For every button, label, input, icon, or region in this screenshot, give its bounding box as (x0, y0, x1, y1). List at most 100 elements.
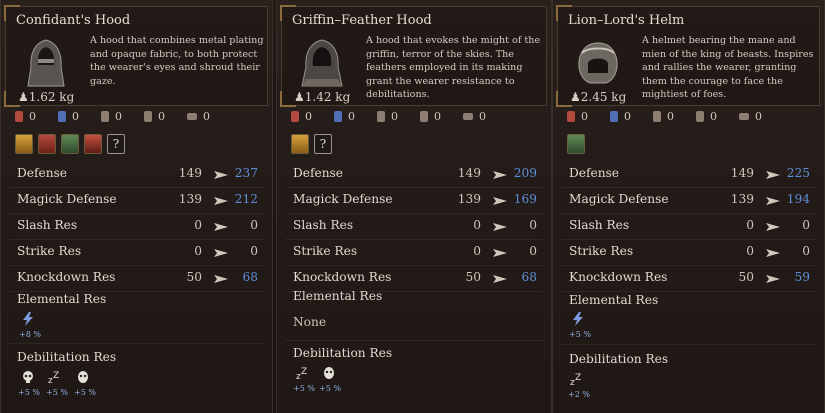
helm-portrait-icon (578, 42, 618, 84)
chest-ward-icon (739, 113, 749, 120)
stat-row-defense: Defense 149 209 (285, 162, 543, 188)
arrow-right-icon (766, 249, 780, 257)
gold-vocation-badge-icon[interactable] (291, 134, 309, 154)
unknown-badge-icon[interactable]: ? (314, 134, 332, 154)
lightning-icon (23, 312, 33, 326)
skill-badges: ? (15, 134, 125, 154)
chest-ward-icon (463, 113, 473, 120)
item-header: Griffin–Feather Hood ♟1.42 kg A hood tha… (280, 5, 547, 107)
sleep-icon: zZ (570, 373, 581, 386)
item-description: A hood that combines metal plating and o… (90, 35, 264, 87)
sleep-icon: zZ (296, 367, 307, 380)
claw-ward-icon (653, 111, 661, 122)
arrow-right-icon (493, 249, 507, 257)
hood-portrait-icon (301, 39, 343, 87)
weight-icon: ♟ (570, 90, 581, 104)
debilitation-value: +5 % (46, 388, 68, 397)
stat-row-slash-res: Slash Res 0 0 (9, 214, 264, 240)
stat-row-slash-res: Slash Res 0 0 (285, 214, 543, 240)
divider (561, 344, 816, 345)
green-vocation-badge-icon[interactable] (61, 134, 79, 154)
red-ward-icon (291, 111, 299, 122)
arrow-right-icon (766, 197, 780, 205)
debilitation-res-heading: Debilitation Res (17, 350, 117, 364)
red-vocation-badge-icon[interactable] (38, 134, 56, 154)
fist-ward-icon (696, 111, 704, 122)
weight-label: ♟1.62 kg (18, 90, 75, 104)
stat-row-strike-res: Strike Res 0 0 (9, 240, 264, 266)
stat-row-defense: Defense 149 225 (561, 162, 816, 188)
stat-row-defense: Defense 149 237 (9, 162, 264, 188)
weight-icon: ♟ (18, 90, 29, 104)
arrow-right-icon (214, 171, 228, 179)
elemental-res-value: +5 % (569, 330, 591, 339)
skill-badges: ? (291, 134, 332, 154)
weight-label: ♟1.42 kg (294, 90, 351, 104)
mask-icon (324, 367, 334, 379)
claw-ward-icon (377, 111, 385, 122)
fist-ward-icon (144, 111, 152, 122)
svg-text:Z: Z (301, 367, 307, 377)
arrow-right-icon (766, 275, 780, 283)
arrow-right-icon (493, 275, 507, 283)
arrow-right-icon (214, 249, 228, 257)
item-header: Lion–Lord's Helm ♟2.45 kg A helmet beari… (556, 5, 820, 107)
green-vocation-badge-icon[interactable] (567, 134, 585, 154)
hood-portrait-icon (27, 39, 65, 87)
stat-list: Defense 149 237 Magick Defense 139 212 Sla… (9, 162, 264, 292)
stat-row-knockdown-res: Knockdown Res 50 59 (561, 266, 816, 292)
arrow-right-icon (493, 171, 507, 179)
item-header: Confidant's Hood ♟1.62 kg A hood that co… (4, 5, 268, 107)
elemental-res-heading: Elemental Res (293, 289, 383, 303)
item-card-griffin-feather-hood[interactable]: Griffin–Feather Hood ♟1.42 kg A hood tha… (276, 0, 552, 413)
item-description: A hood that evokes the might of the grif… (366, 35, 541, 101)
skull-icon (23, 371, 33, 383)
debilitation-value: +5 % (293, 384, 315, 393)
gold-vocation-badge-icon[interactable] (15, 134, 33, 154)
item-name: Griffin–Feather Hood (292, 13, 432, 28)
stat-list: Defense 149 209 Magick Defense 139 169 Sla… (285, 162, 543, 292)
divider (9, 343, 264, 344)
divider (285, 340, 543, 341)
item-name: Lion–Lord's Helm (568, 13, 685, 28)
arrow-right-icon (214, 275, 228, 283)
arrow-right-icon (214, 223, 228, 231)
item-card-lion-lords-helm[interactable]: Lion–Lord's Helm ♟2.45 kg A helmet beari… (552, 0, 825, 413)
equipment-compare-screen: { "items": [ { "name": "Confidant's Hood… (0, 0, 825, 413)
crimson-vocation-badge-icon[interactable] (84, 134, 102, 154)
sleep-icon: zZ (48, 371, 59, 384)
debilitation-value: +5 % (74, 388, 96, 397)
unknown-badge-icon[interactable]: ? (107, 134, 125, 154)
elemental-res-heading: Elemental Res (569, 293, 659, 307)
svg-text:Z: Z (53, 371, 59, 381)
resistance-row: 0 0 0 0 0 (291, 110, 506, 123)
item-card-confidants-hood[interactable]: Confidant's Hood ♟1.62 kg A hood that co… (0, 0, 273, 413)
claw-ward-icon (101, 111, 109, 122)
stat-row-strike-res: Strike Res 0 0 (285, 240, 543, 266)
stat-row-slash-res: Slash Res 0 0 (561, 214, 816, 240)
blue-ward-icon (58, 111, 66, 122)
chest-ward-icon (187, 113, 197, 120)
resistance-row: 0 0 0 0 0 (15, 110, 230, 123)
elemental-res-none: None (293, 315, 327, 329)
weight-icon: ♟ (294, 90, 305, 104)
arrow-right-icon (493, 223, 507, 231)
stat-list: Defense 149 225 Magick Defense 139 194 Sla… (561, 162, 816, 292)
debilitation-value: +5 % (18, 388, 40, 397)
arrow-right-icon (766, 223, 780, 231)
blue-ward-icon (610, 111, 618, 122)
arrow-right-icon (214, 197, 228, 205)
svg-text:Z: Z (575, 373, 581, 383)
arrow-right-icon (766, 171, 780, 179)
lightning-icon (573, 312, 583, 326)
debilitation-res-heading: Debilitation Res (569, 352, 669, 366)
skill-badges (567, 134, 585, 154)
debilitation-res-heading: Debilitation Res (293, 346, 393, 360)
item-description: A helmet bearing the mane and mien of th… (642, 35, 814, 101)
arrow-right-icon (493, 197, 507, 205)
stat-row-knockdown-res: Knockdown Res 50 68 (9, 266, 264, 292)
stat-row-magick-defense: Magick Defense 139 194 (561, 188, 816, 214)
stat-row-strike-res: Strike Res 0 0 (561, 240, 816, 266)
item-name: Confidant's Hood (16, 13, 131, 28)
debilitation-value: +2 % (568, 390, 590, 399)
